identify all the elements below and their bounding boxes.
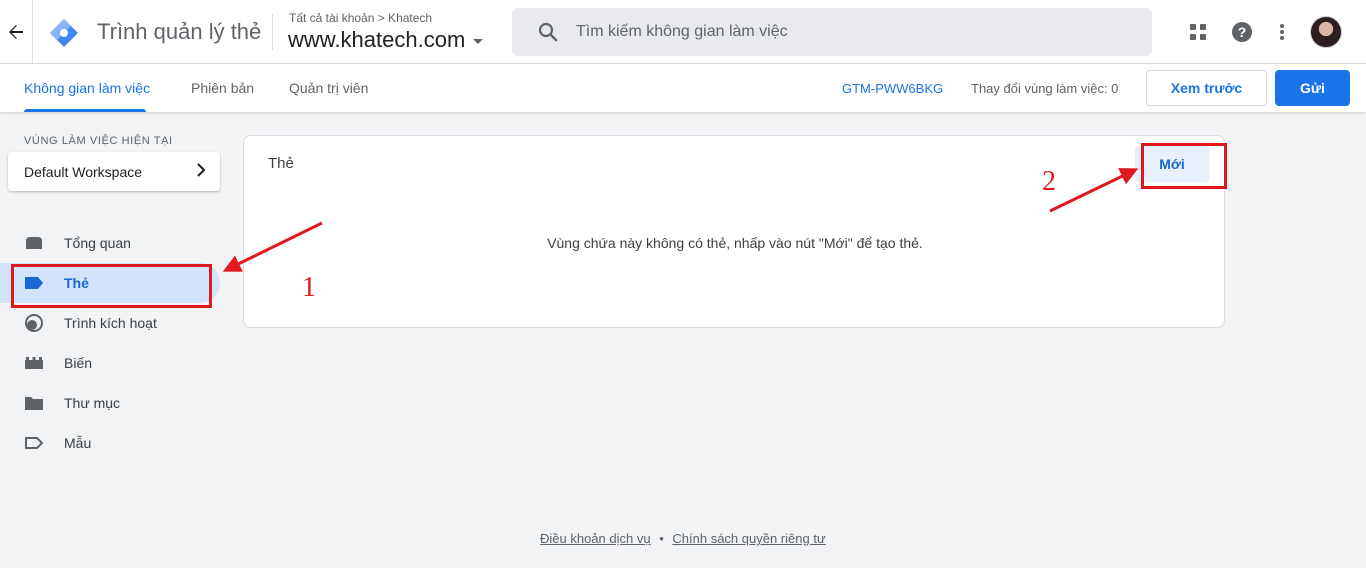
breadcrumb[interactable]: Tất cả tài khoản > Khatech [289,11,432,25]
sidebar-item-label: Mẫu [64,435,92,451]
svg-text:?: ? [1238,24,1247,40]
sidebar-item-label: Biến [64,355,93,371]
apps-grid-icon[interactable] [1186,20,1210,44]
current-workspace-heading: VÙNG LÀM VIỆC HIỆN TẠI [24,135,173,147]
overview-icon [24,234,44,252]
annotation-step-1: 1 [302,272,316,303]
variable-icon [24,354,44,372]
tab-versions[interactable]: Phiên bản [191,64,254,112]
header-divider [272,14,273,50]
terms-link[interactable]: Điều khoản dịch vụ [540,531,651,546]
top-app-bar: Trình quản lý thẻ Tất cả tài khoản > Kha… [0,0,1366,64]
container-name: www.khatech.com [288,27,466,52]
sidebar-item-label: Thư mục [64,395,121,411]
sidebar-item-label: Trình kích hoạt [64,315,157,331]
sidebar-item-templates[interactable]: Mẫu [0,423,220,463]
container-id-link[interactable]: GTM-PWW6BKG [842,81,943,96]
sidebar-item-label: Tổng quan [64,235,131,251]
trigger-icon [24,314,44,332]
workspace-changes: Thay đổi vùng làm việc: 0 [971,81,1119,96]
container-selector[interactable]: www.khatech.com [288,27,484,53]
annotation-box-new [1141,143,1227,189]
caret-down-icon [473,38,484,44]
sidebar-item-variables[interactable]: Biến [0,343,220,383]
chevron-right-icon [196,163,206,180]
card-title: Thẻ [268,155,294,172]
avatar[interactable] [1310,16,1342,48]
tags-card: Thẻ Mới Vùng chứa này không có thẻ, nhấp… [243,135,1225,328]
sidebar-item-triggers[interactable]: Trình kích hoạt [0,303,220,343]
workspace-selector[interactable]: Default Workspace [8,152,220,191]
active-tab-indicator [24,109,146,112]
app-title: Trình quản lý thẻ [97,19,262,44]
folder-icon [24,394,44,412]
tab-workspace[interactable]: Không gian làm việc [24,64,150,112]
workspace-tabs-bar: Không gian làm việc Phiên bản Quản trị v… [0,64,1366,112]
template-icon [24,434,44,452]
help-icon[interactable]: ? [1230,20,1254,44]
preview-button[interactable]: Xem trước [1146,70,1267,106]
footer-separator: • [659,531,664,546]
search-input[interactable] [576,23,1096,41]
search-bar[interactable] [512,8,1152,56]
tab-admin[interactable]: Quản trị viên [289,64,368,112]
footer: Điều khoản dịch vụ • Chính sách quyền ri… [540,531,826,546]
annotation-step-2: 2 [1042,166,1056,197]
sidebar-item-overview[interactable]: Tổng quan [0,223,220,263]
submit-button[interactable]: Gửi [1275,70,1350,106]
sidebar-item-folders[interactable]: Thư mục [0,383,220,423]
search-icon [536,20,560,44]
empty-state-message: Vùng chứa này không có thẻ, nhấp vào nút… [547,235,923,251]
tag-manager-logo [48,17,80,49]
workspace-name: Default Workspace [24,163,143,180]
more-vert-icon[interactable] [1270,20,1294,44]
privacy-link[interactable]: Chính sách quyền riêng tư [672,531,825,546]
back-arrow-icon[interactable] [0,0,33,64]
annotation-box-tags [11,264,212,308]
